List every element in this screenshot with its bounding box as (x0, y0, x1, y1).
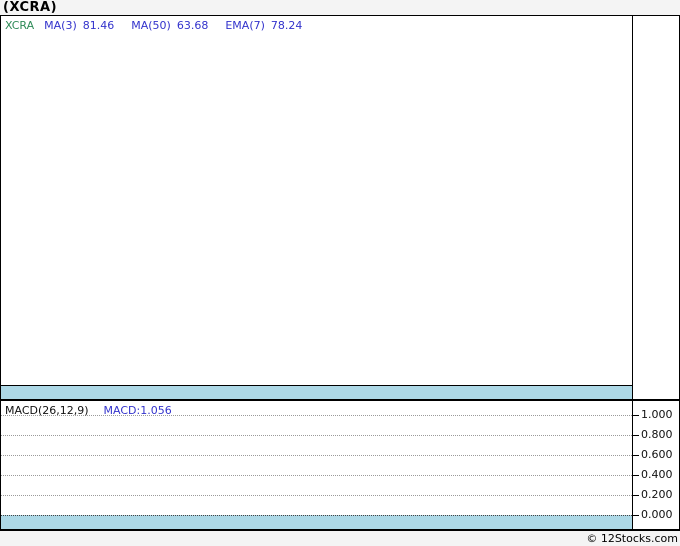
macd-gridline (1, 435, 632, 436)
price-y-axis-area (633, 16, 679, 399)
y-axis-tick: 0.200 (633, 489, 673, 501)
macd-value-label: MACD:1.056 (103, 404, 172, 417)
tick-mark (633, 434, 639, 436)
macd-y-axis-area: 1.000 0.800 0.600 0.400 0.200 0.000 (633, 401, 679, 529)
price-time-axis-strip (1, 385, 632, 399)
macd-legend: MACD(26,12,9) MACD:1.056 (5, 404, 172, 417)
tick-label: 0.800 (641, 428, 673, 441)
symbol-label: XCRA (5, 19, 35, 32)
tick-mark (633, 414, 639, 416)
tick-mark (633, 494, 639, 496)
tick-label: 0.200 (641, 488, 673, 501)
macd-gridline (1, 475, 632, 476)
watermark: © 12Stocks.com (586, 532, 678, 545)
ema7-value: 78.24 (270, 19, 303, 32)
y-axis-tick: 0.000 (633, 509, 673, 521)
price-legend: XCRA MA(3) 81.46 MA(50) 63.68 EMA(7) 78.24 (5, 19, 319, 32)
tick-mark (633, 514, 639, 516)
macd-gridline (1, 455, 632, 456)
tick-label: 1.000 (641, 408, 673, 421)
ma3-label: MA(3) (44, 19, 77, 32)
tick-mark (633, 454, 639, 456)
tick-label: 0.600 (641, 448, 673, 461)
tick-label: 0.400 (641, 468, 673, 481)
macd-gridline (1, 495, 632, 496)
ma3-value: 81.46 (82, 19, 115, 32)
page-title: (XCRA) (3, 0, 58, 15)
ma50-label: MA(50) (131, 19, 171, 32)
price-plot-area: XCRA MA(3) 81.46 MA(50) 63.68 EMA(7) 78.24 (1, 16, 633, 399)
y-axis-tick: 0.800 (633, 429, 673, 441)
macd-plot-area: MACD(26,12,9) MACD:1.056 (1, 401, 633, 529)
y-axis-tick: 0.400 (633, 469, 673, 481)
price-chart-panel: XCRA MA(3) 81.46 MA(50) 63.68 EMA(7) 78.24 (0, 15, 680, 400)
y-axis-tick: 1.000 (633, 409, 673, 421)
macd-panel: MACD(26,12,9) MACD:1.056 1.000 0.800 0.60… (0, 400, 680, 531)
ema7-label: EMA(7) (225, 19, 265, 32)
macd-time-axis-strip (1, 515, 632, 529)
tick-label: 0.000 (641, 508, 673, 521)
macd-params-label: MACD(26,12,9) (5, 404, 89, 417)
y-axis-tick: 0.600 (633, 449, 673, 461)
tick-mark (633, 474, 639, 476)
ma50-value: 63.68 (176, 19, 209, 32)
